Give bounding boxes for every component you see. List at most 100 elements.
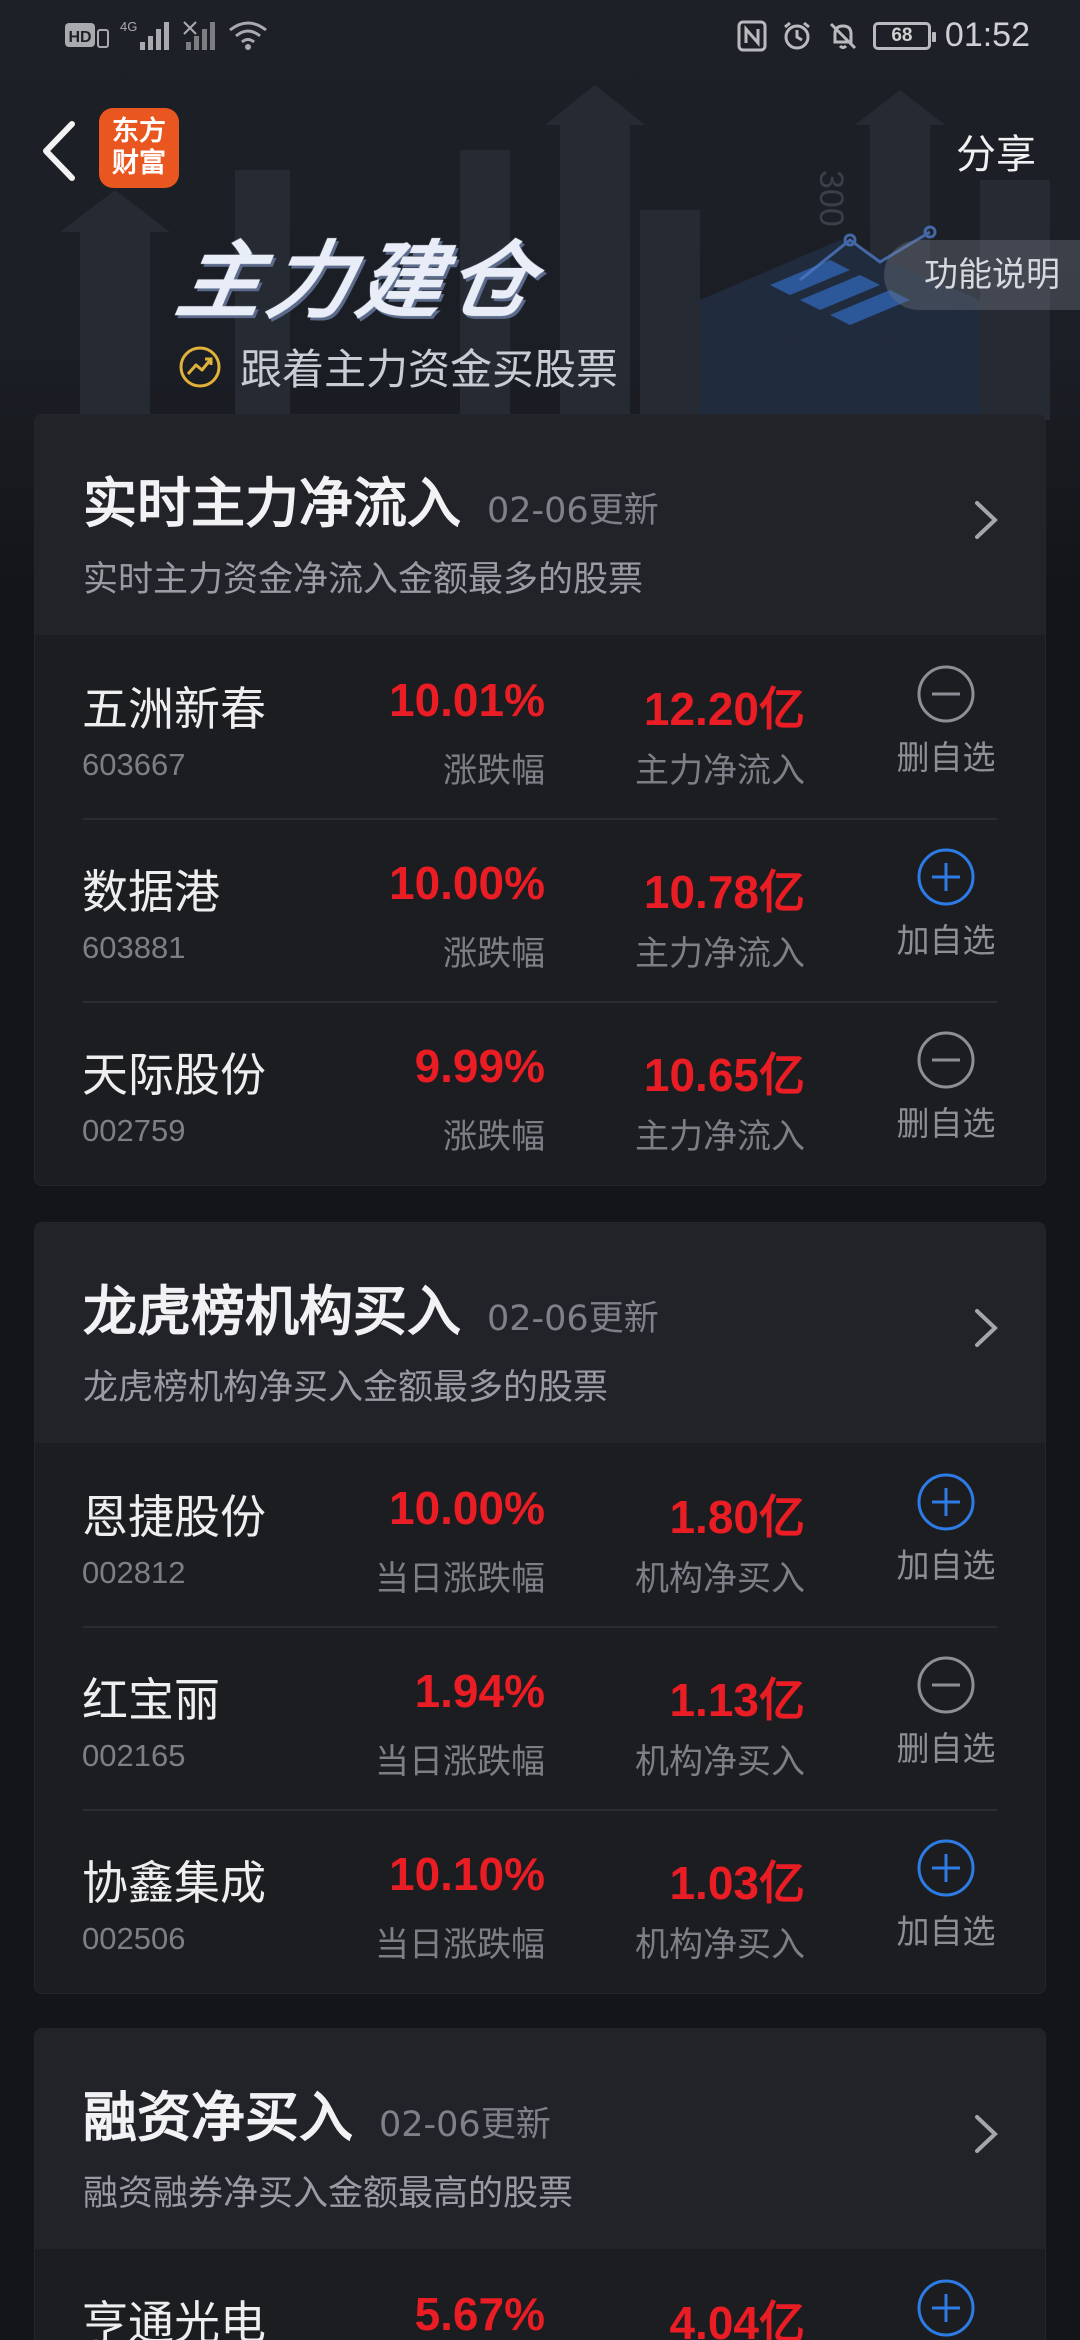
minus-circle-icon (917, 1656, 975, 1714)
net-buy-label: 机构净买入 (635, 1559, 805, 1599)
add-watchlist-button[interactable]: 加自选 (891, 1471, 1001, 1587)
action-label: 加自选 (896, 1912, 996, 1951)
section-margin-net-buy: 融资净买入 02-06更新 融资融券净买入金额最高的股票 亨通光电 5.67% … (34, 2028, 1046, 2340)
section-description: 龙虎榜机构净买入金额最多的股票 (83, 1368, 609, 1408)
mute-bell-icon (829, 22, 856, 49)
plus-circle-icon (917, 1473, 975, 1531)
svg-text:300: 300 (812, 170, 850, 227)
stock-name: 天际股份 (82, 1048, 266, 1102)
stock-row[interactable]: 数据港 603881 10.00% 涨跌幅 10.78亿 主力净流入 加自选 (35, 818, 1045, 1001)
stock-change-pct: 10.01% (388, 674, 545, 726)
section-description: 实时主力资金净流入金额最多的股票 (83, 560, 644, 600)
stock-name: 协鑫集成 (82, 1856, 266, 1910)
chevron-right-icon[interactable] (971, 495, 1001, 545)
function-help-button[interactable]: 功能说明 (884, 240, 1080, 310)
share-button[interactable]: 分享 (956, 122, 1036, 180)
app-logo: 东方 财富 (99, 108, 179, 188)
stock-change-pct: 10.00% (388, 1482, 545, 1534)
plus-circle-icon (917, 2279, 975, 2337)
status-right: 68 01:52 (737, 16, 1030, 55)
stock-net-buy: 1.80亿 (669, 1491, 805, 1543)
stock-row[interactable]: 协鑫集成 002506 10.10% 当日涨跌幅 1.03亿 机构净买入 加自选 (35, 1809, 1045, 1992)
stock-change-pct: 1.94% (414, 1665, 545, 1717)
stock-row[interactable]: 红宝丽 002165 1.94% 当日涨跌幅 1.13亿 机构净买入 删自选 (35, 1626, 1045, 1809)
minus-circle-icon (917, 1031, 975, 1089)
stock-name: 恩捷股份 (82, 1490, 266, 1544)
stock-code: 002506 (82, 1921, 186, 1956)
section-title: 实时主力净流入 (83, 472, 461, 535)
section-update-date: 02-06更新 (379, 2105, 551, 2145)
signal-4g-icon: 4G (120, 19, 169, 50)
remove-watchlist-button[interactable]: 删自选 (891, 1029, 1001, 1145)
hero-title: 主力建仓 (170, 232, 548, 330)
chevron-right-icon[interactable] (971, 1303, 1001, 1353)
battery-icon: 68 (872, 21, 936, 50)
status-bar: HD 4G 68 01:52 (0, 0, 1080, 76)
net-inflow-label: 主力净流入 (635, 934, 805, 974)
svg-text:4G: 4G (120, 19, 137, 34)
net-inflow-label: 主力净流入 (635, 1117, 805, 1157)
action-label: 删自选 (896, 1729, 996, 1768)
action-label: 加自选 (896, 921, 996, 960)
status-left: HD 4G (64, 18, 268, 52)
add-watchlist-button[interactable]: 加自选 (891, 846, 1001, 962)
stock-code: 002759 (82, 1113, 186, 1148)
stock-net-buy: 4.04亿 (669, 2297, 805, 2340)
alarm-icon (783, 21, 810, 49)
change-pct-label: 当日涨跌幅 (375, 1925, 545, 1965)
svg-text:HD: HD (68, 29, 91, 46)
stock-name: 红宝丽 (82, 1673, 220, 1727)
net-buy-label: 机构净买入 (635, 1742, 805, 1782)
battery-level: 68 (891, 24, 913, 46)
section-header[interactable]: 实时主力净流入 02-06更新 实时主力资金净流入金额最多的股票 (35, 415, 1045, 635)
section-header[interactable]: 龙虎榜机构买入 02-06更新 龙虎榜机构净买入金额最多的股票 (35, 1223, 1045, 1443)
logo-text-line1: 东方 (112, 116, 166, 147)
add-watchlist-button[interactable] (891, 2277, 1001, 2339)
minus-circle-icon (917, 665, 975, 723)
section-description: 融资融券净买入金额最高的股票 (83, 2174, 574, 2214)
logo-text-line2: 财富 (112, 148, 166, 179)
back-arrow-icon[interactable] (38, 118, 82, 184)
stock-net-inflow: 10.78亿 (643, 866, 805, 918)
stock-change-pct: 5.67% (414, 2288, 545, 2340)
stock-name: 五洲新春 (82, 682, 266, 736)
action-label: 加自选 (896, 1546, 996, 1585)
action-label: 删自选 (896, 738, 996, 777)
status-time: 01:52 (944, 16, 1030, 54)
plus-circle-icon (917, 1839, 975, 1897)
trend-up-icon (179, 346, 221, 387)
stock-net-buy: 1.13亿 (669, 1674, 805, 1726)
net-buy-label: 机构净买入 (635, 1925, 805, 1965)
remove-watchlist-button[interactable]: 删自选 (891, 663, 1001, 779)
add-watchlist-button[interactable]: 加自选 (891, 1837, 1001, 1953)
stock-code: 002812 (82, 1555, 186, 1590)
change-pct-label: 当日涨跌幅 (375, 1559, 545, 1599)
hd-icon: HD (65, 23, 109, 48)
section-title: 龙虎榜机构买入 (83, 1280, 461, 1343)
stock-row[interactable]: 亨通光电 5.67% 4.04亿 (35, 2249, 1045, 2340)
signal-no-sim-icon (183, 21, 215, 50)
section-title: 融资净买入 (83, 2086, 353, 2149)
stock-change-pct: 10.00% (388, 857, 545, 909)
stock-name: 亨通光电 (82, 2296, 266, 2340)
stock-row[interactable]: 天际股份 002759 9.99% 涨跌幅 10.65亿 主力净流入 删自选 (35, 1001, 1045, 1184)
stock-row[interactable]: 恩捷股份 002812 10.00% 当日涨跌幅 1.80亿 机构净买入 加自选 (35, 1443, 1045, 1626)
stock-change-pct: 10.10% (388, 1848, 545, 1900)
change-pct-label: 涨跌幅 (443, 751, 545, 791)
stock-name: 数据港 (82, 865, 220, 919)
section-title-row: 龙虎榜机构买入 02-06更新 (83, 1267, 659, 1346)
section-title-row: 融资净买入 02-06更新 (83, 2073, 551, 2152)
section-update-date: 02-06更新 (487, 491, 659, 531)
remove-watchlist-button[interactable]: 删自选 (891, 1654, 1001, 1770)
hero-subtitle: 跟着主力资金买股票 (178, 336, 618, 397)
section-header[interactable]: 融资净买入 02-06更新 融资融券净买入金额最高的股票 (35, 2029, 1045, 2249)
net-inflow-label: 主力净流入 (635, 751, 805, 791)
chevron-right-icon[interactable] (971, 2109, 1001, 2159)
action-label: 删自选 (896, 1104, 996, 1143)
stock-code: 603667 (82, 747, 186, 782)
section-realtime-inflow: 实时主力净流入 02-06更新 实时主力资金净流入金额最多的股票 五洲新春 60… (34, 414, 1046, 1186)
hero-subtitle-text: 跟着主力资金买股票 (240, 345, 619, 394)
stock-change-pct: 9.99% (414, 1040, 545, 1092)
stock-net-inflow: 10.65亿 (643, 1049, 805, 1101)
stock-row[interactable]: 五洲新春 603667 10.01% 涨跌幅 12.20亿 主力净流入 删自选 (35, 635, 1045, 818)
